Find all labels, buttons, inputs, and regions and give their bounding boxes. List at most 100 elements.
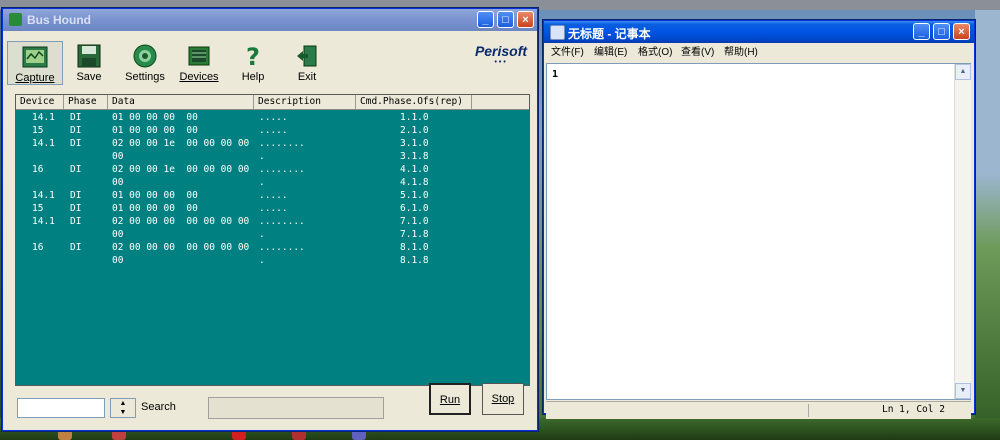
scroll-up-icon[interactable]: ▲ [955, 64, 971, 80]
spin-up-icon[interactable]: ▲ [111, 399, 135, 408]
menu-file[interactable]: 文件(F) [551, 43, 584, 62]
help-button[interactable]: ? Help [225, 41, 281, 85]
table-row[interactable]: 00. 8.1.8 [16, 254, 529, 267]
notepad-window: 无标题 - 记事本 _ □ × 文件(F) 编辑(E) 格式(O) 查看(V) … [543, 20, 975, 419]
cell-device: 16 [32, 164, 44, 175]
devices-label: Devices [179, 71, 219, 83]
question-icon: ? [246, 43, 260, 69]
cell-device: 14.1 [32, 216, 55, 227]
search-status-box [208, 397, 384, 419]
column-data[interactable]: Data [108, 95, 254, 109]
cell-device: 14.1 [32, 138, 55, 149]
close-button[interactable]: × [517, 11, 534, 28]
cell-data: 02 00 00 1e 00 00 00 00 [112, 164, 250, 175]
search-spinner[interactable]: ▲ ▼ [110, 398, 136, 418]
search-input[interactable] [17, 398, 105, 418]
exit-label: Exit [297, 71, 317, 83]
bus-hound-window: Bus Hound _ □ × Capture Save Settings De… [2, 8, 538, 431]
table-row[interactable]: 16 DI 02 00 00 1e 00 00 00 00........ 4.1.0 [16, 163, 529, 176]
notepad-titlebar[interactable]: 无标题 - 记事本 _ □ × [544, 21, 974, 43]
exit-button[interactable]: Exit [279, 41, 335, 85]
cell-cmd-phase-ofs: 3.1.8 [400, 151, 429, 162]
cell-cmd-phase-ofs: 8.1.8 [400, 255, 429, 266]
spin-down-icon[interactable]: ▼ [111, 408, 135, 417]
capture-label: Capture [15, 72, 55, 84]
cell-phase: DI [70, 216, 82, 227]
column-header-row: Device Phase Data Description Cmd.Phase.… [16, 95, 529, 110]
stop-button[interactable]: Stop [482, 383, 524, 415]
cell-cmd-phase-ofs: 8.1.0 [400, 242, 429, 253]
cell-data: 02 00 00 1e 00 00 00 00 [112, 138, 250, 149]
cell-description: ..... [259, 112, 288, 123]
cell-description: . [259, 151, 265, 162]
save-label: Save [76, 71, 102, 83]
capture-icon [22, 46, 48, 68]
cursor-position: Ln 1, Col 2 [882, 404, 945, 415]
minimize-button[interactable]: _ [477, 11, 494, 28]
table-row[interactable]: 15 DI 01 00 00 00 00..... 2.1.0 [16, 124, 529, 137]
cell-cmd-phase-ofs: 4.1.0 [400, 164, 429, 175]
text-editor[interactable]: 1 [546, 63, 971, 400]
cell-description: ........ [259, 216, 305, 227]
table-row[interactable]: 00. 7.1.8 [16, 228, 529, 241]
settings-label: Settings [125, 71, 165, 83]
cell-description: ..... [259, 125, 288, 136]
cell-description: . [259, 255, 265, 266]
bus-hound-titlebar[interactable]: Bus Hound _ □ × [3, 9, 537, 31]
window-title: 无标题 - 记事本 [568, 27, 651, 41]
scroll-down-icon[interactable]: ▼ [955, 383, 971, 399]
table-row[interactable]: 00. 4.1.8 [16, 176, 529, 189]
capture-list[interactable]: Device Phase Data Description Cmd.Phase.… [15, 94, 530, 386]
cell-device: 15 [32, 203, 44, 214]
table-row[interactable]: 14.1 DI 01 00 00 00 00..... 5.1.0 [16, 189, 529, 202]
menu-format[interactable]: 格式(O) [638, 43, 672, 62]
column-description[interactable]: Description [254, 95, 356, 109]
table-row[interactable]: 16 DI 02 00 00 00 00 00 00 00........ 8.1.0 [16, 241, 529, 254]
menu-view[interactable]: 查看(V) [681, 43, 714, 62]
column-device[interactable]: Device [16, 95, 64, 109]
save-button[interactable]: Save [61, 41, 117, 85]
minimize-button[interactable]: _ [913, 23, 930, 40]
cell-device: 14.1 [32, 190, 55, 201]
search-label: Search [141, 401, 176, 413]
cell-description: . [259, 177, 265, 188]
table-row[interactable]: 14.1 DI 01 00 00 00 00..... 1.1.0 [16, 111, 529, 124]
run-button[interactable]: Run [429, 383, 471, 415]
cell-data: 02 00 00 00 00 00 00 00 [112, 242, 250, 253]
settings-button[interactable]: Settings [117, 41, 173, 85]
close-button[interactable]: × [953, 23, 970, 40]
cell-data: 00 [112, 229, 124, 240]
maximize-button[interactable]: □ [933, 23, 950, 40]
cell-description: ..... [259, 203, 288, 214]
table-row[interactable]: 14.1 DI 02 00 00 1e 00 00 00 00........ 3.1… [16, 137, 529, 150]
cell-data: 01 00 00 00 00 [112, 190, 198, 201]
cell-data: 00 [112, 151, 124, 162]
cell-cmd-phase-ofs: 5.1.0 [400, 190, 429, 201]
status-separator [808, 404, 809, 417]
menu-help[interactable]: 帮助(H) [724, 43, 758, 62]
cell-device: 14.1 [32, 112, 55, 123]
floppy-icon [77, 44, 101, 68]
stop-label: Stop [491, 393, 515, 405]
table-row[interactable]: 15 DI 01 00 00 00 00..... 6.1.0 [16, 202, 529, 215]
gear-icon [133, 44, 157, 68]
run-label: Run [439, 394, 461, 406]
vertical-scrollbar[interactable]: ▲ ▼ [954, 64, 971, 399]
table-row[interactable]: 14.1 DI 02 00 00 00 00 00 00 00........ 7.1… [16, 215, 529, 228]
column-phase[interactable]: Phase [64, 95, 108, 109]
capture-button[interactable]: Capture [7, 41, 63, 85]
cell-cmd-phase-ofs: 7.1.8 [400, 229, 429, 240]
cell-data: 00 [112, 177, 124, 188]
column-cmd-phase-ofs[interactable]: Cmd.Phase.Ofs(rep) [356, 95, 472, 109]
help-label: Help [241, 71, 265, 83]
cell-data: 01 00 00 00 00 [112, 112, 198, 123]
cell-device: 15 [32, 125, 44, 136]
cell-description: ..... [259, 190, 288, 201]
maximize-button[interactable]: □ [497, 11, 514, 28]
table-row[interactable]: 00. 3.1.8 [16, 150, 529, 163]
cell-cmd-phase-ofs: 6.1.0 [400, 203, 429, 214]
menu-edit[interactable]: 编辑(E) [594, 43, 627, 62]
chip-icon [188, 46, 210, 66]
cell-cmd-phase-ofs: 7.1.0 [400, 216, 429, 227]
devices-button[interactable]: Devices [171, 41, 227, 85]
